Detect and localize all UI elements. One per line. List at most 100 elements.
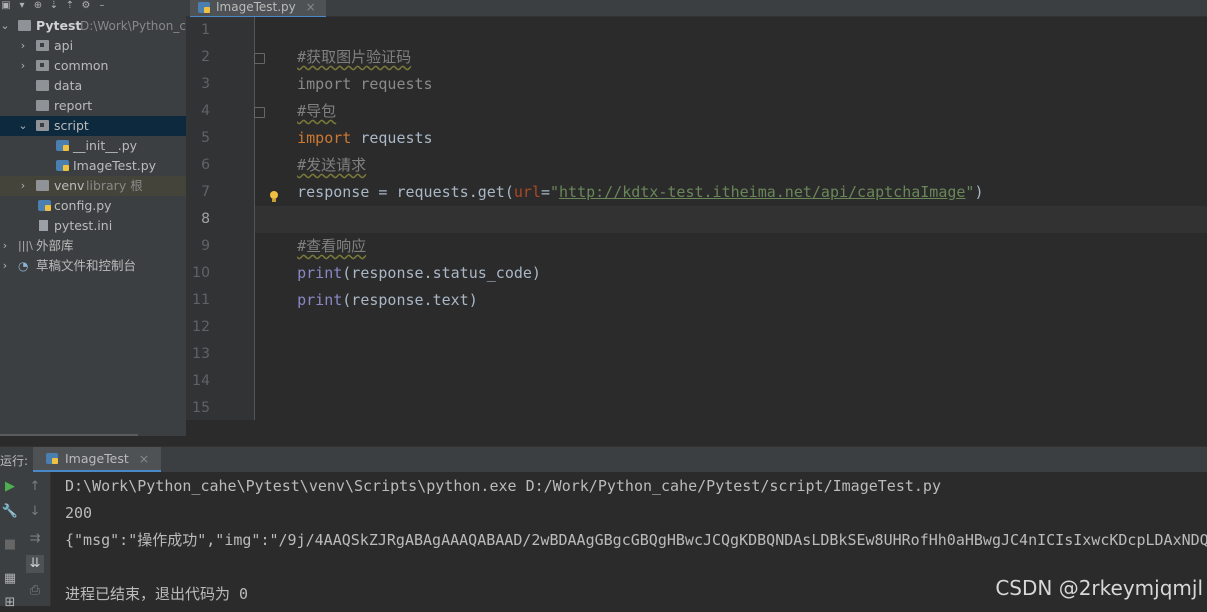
code-line-8: #查看响应 — [261, 206, 366, 255]
tree-item-label: common — [54, 58, 109, 73]
code-line-9: print(response.status_code) — [261, 233, 541, 282]
line-number: 7 — [201, 184, 210, 200]
tree-item-pytest-ini[interactable]: pytest.ini — [0, 216, 186, 236]
tree-item-label: data — [54, 78, 83, 93]
tree-item-external-libraries[interactable]: › |||\ 外部库 — [0, 236, 186, 256]
project-panel: ▣ ▾ ⊕ ⇣ ⇡ ⚙ – ⌄ Pytest D:\Work\Python_c … — [0, 0, 186, 436]
line-number: 11 — [192, 292, 210, 308]
tree-item-label: script — [54, 118, 89, 133]
folder-icon — [36, 180, 49, 191]
tree-item-venv[interactable]: › venv library 根 — [0, 176, 186, 196]
tree-item-label: 草稿文件和控制台 — [36, 258, 137, 273]
line-number: 1 — [201, 22, 210, 38]
chevron-right-icon[interactable]: › — [18, 56, 28, 76]
tree-item-init-py[interactable]: __init__.py — [0, 136, 186, 156]
line-number: 12 — [192, 319, 210, 335]
call-args: (response.text) — [342, 291, 478, 309]
url-string[interactable]: http://kdtx-test.itheima.net/api/captcha… — [559, 183, 965, 201]
folder-icon — [36, 100, 49, 111]
soft-wrap-icon[interactable]: ⇉ — [26, 530, 44, 548]
stop-icon[interactable]: ■ — [0, 536, 20, 554]
layout-icon[interactable]: ▦ — [0, 570, 20, 588]
tree-item-script[interactable]: ⌄ script — [0, 116, 186, 136]
horizontal-scrollbar[interactable] — [0, 434, 138, 436]
code-editor[interactable]: #获取图片验证码 import requests #导包 import requ… — [254, 17, 1207, 420]
tree-item-label: pytest.ini — [54, 218, 113, 233]
scroll-down-icon[interactable]: ↓ — [26, 503, 44, 521]
chevron-right-icon[interactable]: › — [0, 256, 10, 276]
dropdown-icon[interactable]: ▾ — [16, 1, 28, 11]
editor-bottom-area — [186, 420, 1207, 436]
locate-icon[interactable]: ⊕ — [32, 1, 44, 11]
code-line-5: #发送请求 — [261, 125, 366, 174]
line-number: 2 — [201, 49, 210, 65]
tree-item-report[interactable]: report — [0, 96, 186, 116]
python-icon — [46, 453, 58, 464]
package-folder-icon — [36, 60, 49, 71]
tree-item-data[interactable]: data — [0, 76, 186, 96]
module-name: requests — [351, 75, 433, 93]
chevron-right-icon[interactable]: › — [18, 36, 28, 56]
close-icon[interactable]: × — [306, 0, 316, 14]
tab-label: ImageTest.py — [216, 0, 296, 14]
run-tab-imagetest[interactable]: ImageTest × — [33, 447, 162, 472]
tree-item-label: config.py — [54, 198, 112, 213]
lightbulb-icon[interactable] — [269, 191, 279, 203]
tree-item-config-py[interactable]: config.py — [0, 196, 186, 216]
chevron-down-icon[interactable]: ⌄ — [18, 116, 28, 136]
expand-all-icon[interactable]: ⇣ — [48, 1, 60, 11]
tree-item-label: 外部库 — [36, 238, 74, 253]
project-tree: ⌄ Pytest D:\Work\Python_c › api › common… — [0, 16, 186, 276]
code-line-2: import requests — [254, 44, 433, 93]
code-line-6: response = requests.get(url="http://kdtx… — [261, 152, 983, 201]
pin-icon[interactable]: ⊞ — [0, 594, 20, 612]
tree-item-scratches[interactable]: › ◔ 草稿文件和控制台 — [0, 256, 186, 276]
line-number: 13 — [192, 346, 210, 362]
library-icon: |||\ — [18, 239, 33, 252]
chevron-down-icon[interactable]: ⌄ — [0, 16, 10, 36]
wrench-icon[interactable]: 🔧 — [0, 503, 20, 521]
fold-marker-icon[interactable] — [254, 53, 265, 64]
scroll-up-icon[interactable]: ↑ — [26, 478, 44, 496]
line-number: 9 — [201, 238, 210, 254]
tab-imagetest-py[interactable]: ImageTest.py × — [190, 0, 326, 18]
code-line-4: import requests — [254, 98, 433, 147]
code-line-3: #导包 — [261, 71, 336, 120]
minimize-icon[interactable]: – — [96, 1, 108, 11]
console-toolbar: ↑ ↓ ⇉ ⇊ ⎙ — [20, 472, 51, 606]
string-quote: " — [550, 183, 560, 201]
operator: = — [540, 183, 550, 201]
print-icon[interactable]: ⎙ — [26, 582, 44, 600]
scroll-to-end-icon[interactable]: ⇊ — [26, 555, 44, 573]
fold-marker-icon[interactable] — [254, 107, 265, 118]
gear-icon[interactable]: ⚙ — [80, 1, 92, 11]
project-view-icon[interactable]: ▣ — [0, 1, 12, 11]
chevron-right-icon[interactable]: › — [0, 236, 10, 256]
code-line-10: print(response.text) — [261, 260, 478, 309]
scratches-icon: ◔ — [18, 259, 29, 273]
call-expression: response = requests.get( — [297, 183, 514, 201]
folder-icon — [18, 20, 31, 31]
tree-root[interactable]: ⌄ Pytest D:\Work\Python_c — [0, 16, 186, 36]
console-line: 进程已结束，退出代码为 0 — [65, 585, 249, 603]
package-folder-icon — [36, 120, 49, 131]
tree-item-label: ImageTest.py — [73, 158, 157, 173]
console-line: {"msg":"操作成功","img":"/9j/4AAQSkZJRgABAgA… — [65, 531, 1207, 549]
project-toolbar: ▣ ▾ ⊕ ⇣ ⇡ ⚙ – — [0, 0, 186, 12]
tree-item-api[interactable]: › api — [0, 36, 186, 56]
line-number: 10 — [192, 265, 210, 281]
keyword-argument: url — [513, 183, 541, 201]
current-line-highlight — [255, 206, 1207, 233]
tree-item-imagetest-py[interactable]: ImageTest.py — [0, 156, 186, 176]
line-number-current: 8 — [201, 211, 210, 227]
tree-item-common[interactable]: › common — [0, 56, 186, 76]
collapse-all-icon[interactable]: ⇡ — [64, 1, 76, 11]
line-number: 5 — [201, 130, 210, 146]
rerun-icon[interactable]: ▶ — [0, 478, 20, 496]
line-number: 6 — [201, 157, 210, 173]
chevron-right-icon[interactable]: › — [18, 176, 28, 196]
python-file-icon — [38, 200, 51, 211]
close-icon[interactable]: × — [139, 451, 149, 466]
line-number-gutter: 1 2 3 4 5 6 7 8 9 10 11 12 13 14 15 — [186, 17, 255, 420]
folder-icon — [36, 80, 49, 91]
